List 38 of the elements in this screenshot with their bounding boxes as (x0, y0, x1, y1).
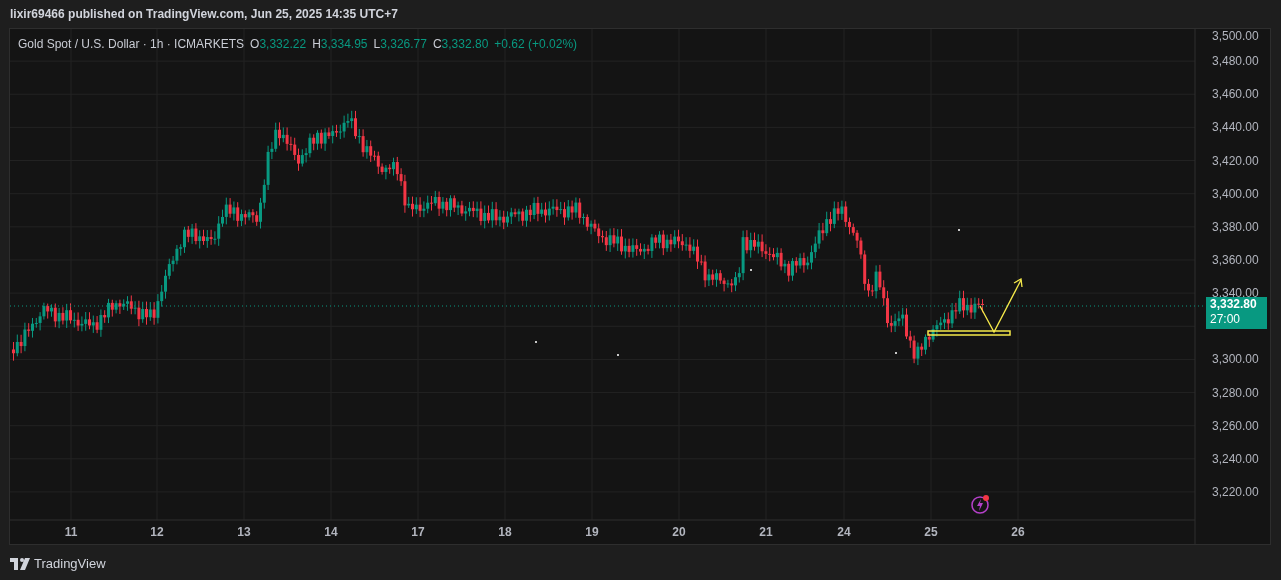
ohlc-value: O3,332.22 (250, 36, 307, 53)
countdown-label: 27:00 (1210, 312, 1242, 327)
ohlc-value: C3,332.80 (432, 36, 489, 53)
arrow-drawing[interactable] (979, 277, 1023, 334)
brand-name: TradingView (34, 555, 106, 573)
price-label: 3,360.00 (1212, 252, 1259, 267)
ohlc-value: L3,326.77 (373, 36, 427, 53)
date-label: 17 (410, 524, 426, 541)
ohlc-value: H3,334.95 (312, 36, 368, 53)
date-label: 24 (836, 524, 852, 541)
price-label: 3,240.00 (1212, 451, 1259, 466)
price-label: 3,380.00 (1212, 219, 1259, 234)
symbol-title[interactable]: Gold Spot / U.S. Dollar · 1h · ICMARKETS (18, 35, 245, 53)
price-label: 3,440.00 (1212, 120, 1259, 135)
price-label: 3,500.00 (1212, 29, 1259, 43)
date-label: 18 (497, 524, 513, 541)
price-label: 3,420.00 (1212, 153, 1259, 168)
date-label: 21 (758, 524, 774, 541)
price-label: 3,280.00 (1212, 385, 1259, 400)
date-label: 19 (584, 524, 600, 541)
date-label: 11 (63, 524, 79, 541)
support-zone-rectangle[interactable] (927, 330, 1011, 336)
date-label: 13 (236, 524, 252, 541)
date-label: 25 (923, 524, 939, 541)
price-label: 3,260.00 (1212, 418, 1259, 433)
price-label: 3,400.00 (1212, 186, 1259, 201)
date-label: 20 (671, 524, 687, 541)
price-label: 3,300.00 (1212, 352, 1259, 367)
lightning-icon[interactable] (971, 494, 991, 514)
change-value: +0.62 (+0.02%) (494, 36, 578, 53)
price-label: 3,460.00 (1212, 87, 1259, 102)
date-label: 12 (149, 524, 165, 541)
publisher-caption: lixir69466 published on TradingView.com, Jun 25, 2025 14:35 UTC+7 (10, 6, 398, 23)
date-label: 14 (323, 524, 339, 541)
logo-icon (10, 557, 30, 570)
date-label: 26 (1010, 524, 1026, 541)
price-label: 3,220.00 (1212, 484, 1259, 499)
price-label: 3,480.00 (1212, 54, 1259, 69)
